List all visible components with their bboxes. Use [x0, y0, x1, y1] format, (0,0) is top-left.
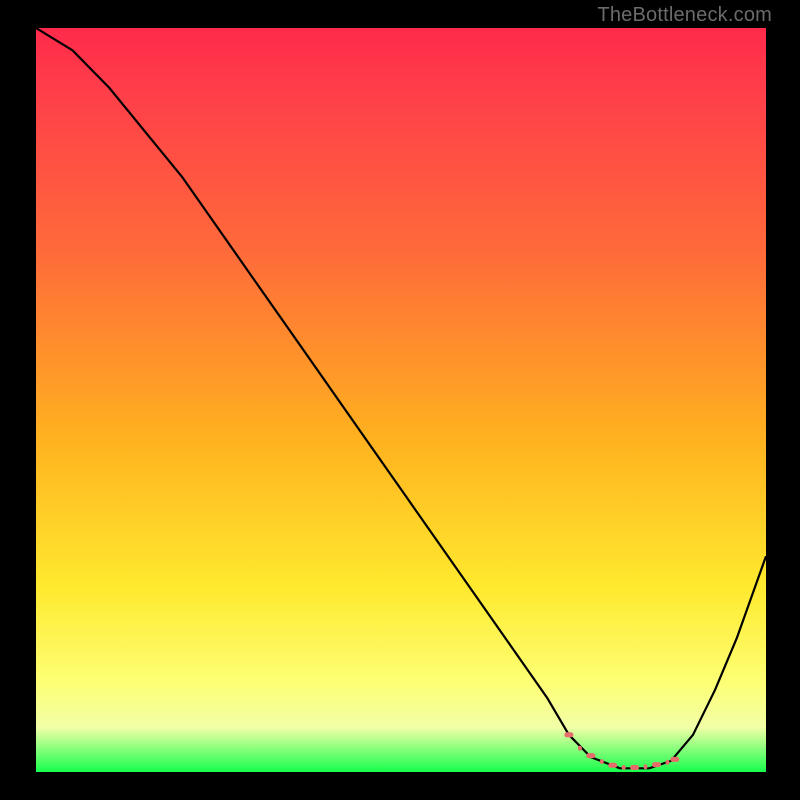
highlight-dot — [670, 757, 679, 762]
chart-frame: TheBottleneck.com — [0, 0, 800, 800]
highlight-dot — [666, 760, 670, 765]
highlight-dot — [564, 732, 573, 737]
highlight-dot — [644, 764, 648, 769]
highlight-dot — [608, 763, 617, 768]
highlight-dot — [586, 753, 595, 758]
highlight-dot — [600, 759, 604, 764]
highlight-dot — [652, 762, 661, 767]
highlight-dot — [578, 746, 582, 751]
main-curve-path — [36, 28, 766, 768]
highlight-dot — [622, 765, 626, 770]
watermark-text: TheBottleneck.com — [597, 4, 772, 27]
curve-svg — [36, 28, 766, 772]
highlight-dot — [630, 765, 639, 770]
highlight-dots — [564, 732, 679, 770]
plot-area — [36, 28, 766, 772]
